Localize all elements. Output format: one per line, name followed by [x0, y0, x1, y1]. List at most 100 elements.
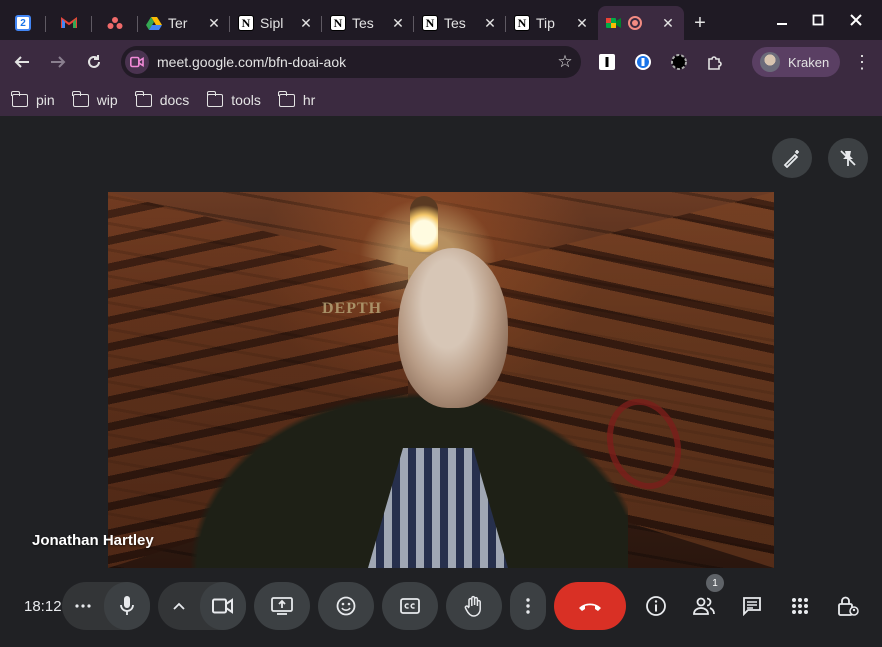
bookmark-label: tools	[231, 92, 261, 108]
tab-title: Tip	[536, 15, 555, 31]
folder-icon	[11, 90, 28, 107]
raise-hand-icon	[464, 595, 481, 617]
bookmark-star-icon[interactable]: ☆	[549, 52, 581, 72]
notion-icon: N	[330, 15, 346, 31]
participant-head	[398, 248, 508, 408]
more-options-button[interactable]	[510, 582, 546, 630]
tab-title: Tes	[444, 15, 466, 31]
folder-icon	[72, 90, 89, 107]
tab-notion-3[interactable]: N Tes ✕	[414, 6, 506, 40]
participant-figure	[158, 248, 628, 568]
recording-icon	[628, 16, 642, 30]
microphone-icon	[120, 596, 134, 615]
tab-meet-active[interactable]: ✕	[598, 6, 684, 40]
tab-title: Ter	[168, 15, 188, 31]
participant-video[interactable]: DEPTH	[108, 192, 774, 568]
info-icon	[646, 596, 666, 616]
camera-button[interactable]	[200, 582, 246, 630]
bookmark-folder-hr[interactable]: hr	[278, 90, 316, 108]
captions-button[interactable]	[382, 582, 438, 630]
reload-icon[interactable]	[76, 44, 112, 80]
minimize-icon[interactable]	[764, 0, 800, 40]
more-horizontal-icon	[75, 604, 91, 608]
bookmark-label: docs	[159, 92, 190, 108]
leave-call-button[interactable]	[554, 582, 626, 630]
close-tab-icon[interactable]: ✕	[574, 15, 590, 32]
bookmark-label: hr	[302, 92, 316, 108]
reactions-button[interactable]	[318, 582, 374, 630]
people-button[interactable]	[688, 590, 720, 622]
tab-strip: 2 Ter ✕ N Sipl ✕ N Tes ✕ N Tes ✕ N Tip ✕…	[0, 0, 882, 40]
tab-asana[interactable]	[92, 6, 138, 40]
bookmark-folder-wip[interactable]: wip	[72, 90, 118, 108]
raise-hand-button[interactable]	[446, 582, 502, 630]
tab-gmail[interactable]	[46, 6, 92, 40]
close-tab-icon[interactable]: ✕	[482, 15, 498, 32]
bookmark-label: pin	[36, 92, 55, 108]
bookmark-folder-tools[interactable]: tools	[206, 90, 261, 108]
browser-menu-icon[interactable]: ⋮	[852, 52, 872, 72]
chat-icon	[743, 597, 761, 616]
phone-hangup-icon	[579, 603, 601, 611]
close-tab-icon[interactable]: ✕	[206, 15, 222, 32]
close-tab-icon[interactable]: ✕	[298, 15, 314, 32]
meet-stage: DEPTH Jonathan Hartley 18:12 1	[0, 116, 882, 647]
bookmark-folder-docs[interactable]: docs	[135, 90, 190, 108]
audio-options-button[interactable]	[62, 582, 104, 630]
folder-icon	[135, 90, 152, 107]
profile-name: Kraken	[788, 54, 830, 70]
browser-window: 2 Ter ✕ N Sipl ✕ N Tes ✕ N Tes ✕ N Tip ✕…	[0, 0, 882, 647]
video-controls	[158, 582, 246, 630]
close-tab-icon[interactable]: ✕	[660, 15, 676, 32]
forward-arrow-icon[interactable]	[40, 44, 76, 80]
present-screen-button[interactable]	[254, 582, 310, 630]
extensions-puzzle-icon[interactable]	[705, 52, 725, 72]
meeting-clock: 18:12	[24, 598, 62, 615]
activities-button[interactable]	[784, 590, 816, 622]
microphone-button[interactable]	[104, 582, 150, 630]
unpin-button[interactable]	[828, 138, 868, 178]
bookmark-label: wip	[96, 92, 118, 108]
password-manager-icon[interactable]	[633, 52, 653, 72]
extension-gear-icon[interactable]	[669, 52, 689, 72]
tab-notion-2[interactable]: N Tes ✕	[322, 6, 414, 40]
google-meet-icon	[606, 15, 622, 31]
notion-icon: N	[514, 15, 530, 31]
tab-calendar[interactable]: 2	[0, 6, 46, 40]
hanging-lamp	[410, 196, 438, 252]
close-tab-icon[interactable]: ✕	[390, 15, 406, 32]
close-window-icon[interactable]	[838, 0, 874, 40]
video-camera-icon	[212, 598, 234, 614]
participant-name: Jonathan Hartley	[32, 532, 154, 549]
asana-icon	[107, 15, 123, 31]
people-icon	[693, 597, 715, 615]
avatar	[760, 52, 780, 72]
back-arrow-icon[interactable]	[4, 44, 40, 80]
meeting-details-button[interactable]	[640, 590, 672, 622]
tab-drive[interactable]: Ter ✕	[138, 6, 230, 40]
extension-i-icon[interactable]	[597, 52, 617, 72]
pin-off-icon	[840, 150, 856, 166]
browser-toolbar: meet.google.com/bfn-doai-aok ☆ Kraken ⋮	[0, 40, 882, 84]
chat-button[interactable]	[736, 590, 768, 622]
site-info-icon[interactable]	[125, 50, 149, 74]
video-options-button[interactable]	[158, 582, 200, 630]
bookmark-folder-pin[interactable]: pin	[11, 90, 55, 108]
notion-icon: N	[238, 15, 254, 31]
host-controls-button[interactable]	[832, 590, 864, 622]
google-drive-icon	[146, 15, 162, 31]
new-tab-button[interactable]: +	[684, 6, 716, 40]
emoji-icon	[336, 596, 356, 616]
calendar-icon: 2	[15, 15, 31, 31]
present-screen-icon	[271, 597, 293, 615]
tab-notion-4[interactable]: N Tip ✕	[506, 6, 598, 40]
visual-effects-button[interactable]	[772, 138, 812, 178]
url-text: meet.google.com/bfn-doai-aok	[157, 54, 347, 70]
closed-captions-icon	[400, 598, 420, 614]
address-bar[interactable]: meet.google.com/bfn-doai-aok ☆	[121, 46, 581, 78]
magic-pen-icon	[783, 150, 799, 168]
maximize-icon[interactable]	[800, 0, 836, 40]
profile-button[interactable]: Kraken	[752, 47, 840, 77]
tab-notion-1[interactable]: N Sipl ✕	[230, 6, 322, 40]
tab-title: Sipl	[260, 15, 284, 31]
